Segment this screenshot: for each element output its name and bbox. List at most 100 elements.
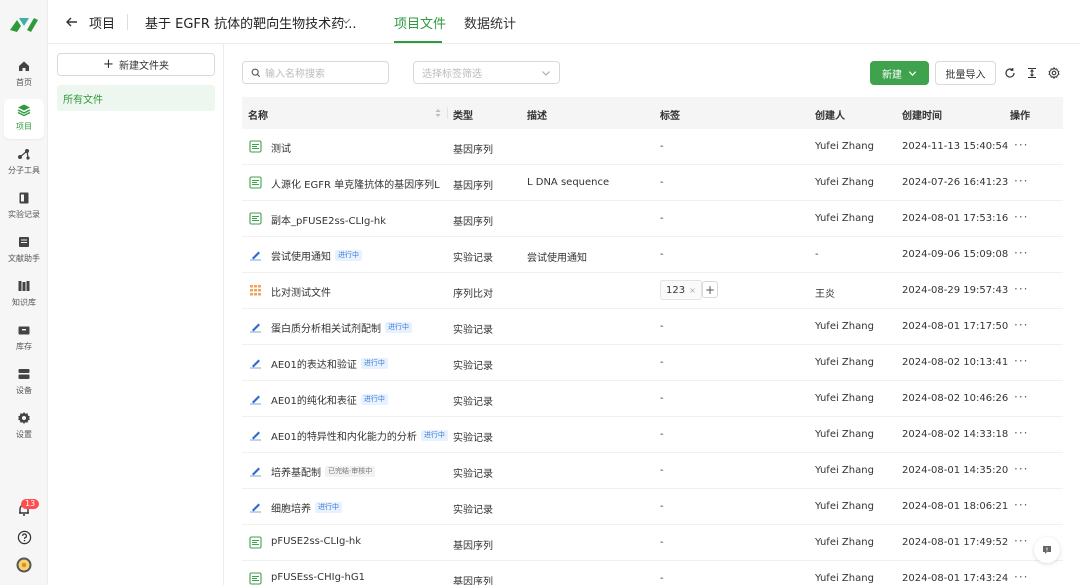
creator-cell: 王炎 bbox=[815, 289, 835, 300]
more-actions-icon[interactable]: ··· bbox=[1014, 282, 1028, 296]
chevron-down-icon[interactable] bbox=[340, 15, 352, 27]
table-row[interactable]: 人源化 EGFR 单克隆抗体的基因序列L 基因序列 L DNA sequence - Y… bbox=[242, 165, 1063, 201]
file-name-cell[interactable]: 测试 bbox=[271, 140, 291, 155]
close-icon[interactable]: × bbox=[689, 286, 696, 295]
breadcrumb-root[interactable]: 项目 bbox=[89, 13, 115, 32]
type-cell: 基因序列 bbox=[453, 577, 493, 585]
file-name-cell[interactable]: 蛋白质分析相关试剂配制 进行中 bbox=[271, 320, 412, 335]
tag-chip[interactable]: 123 × bbox=[660, 280, 702, 300]
more-actions-icon[interactable]: ··· bbox=[1014, 426, 1028, 440]
column-header-name[interactable]: 名称 bbox=[248, 107, 268, 122]
file-name: 比对测试文件 bbox=[271, 288, 331, 299]
more-actions-icon[interactable]: ··· bbox=[1014, 174, 1028, 188]
file-name-cell[interactable]: 人源化 EGFR 单克隆抗体的基因序列L bbox=[271, 176, 440, 191]
table-row[interactable]: 尝试使用通知 进行中 实验记录 尝试使用通知 - -2024-09-06 15:09:08… bbox=[242, 237, 1063, 273]
nav-item-layers[interactable]: 项目 bbox=[4, 99, 44, 139]
more-actions-icon[interactable]: ··· bbox=[1014, 534, 1028, 548]
table-row[interactable]: 比对测试文件 序列比对 123 × + 王炎 2024-08-29 19:57:43 ··· bbox=[242, 273, 1063, 309]
created-time-cell: 2024-08-29 19:57:43 bbox=[902, 285, 1009, 296]
help-icon[interactable] bbox=[17, 530, 32, 545]
book-icon bbox=[19, 237, 29, 247]
experiment-record-icon bbox=[250, 395, 261, 405]
table-row[interactable]: 培养基配制 已完结·审核中 实验记录 - Yufei Zhang 2024-08-01 1… bbox=[242, 453, 1063, 489]
table-row[interactable]: pFUSE2ss-CLIg-hk 基因序列 - Yufei Zhang 2024-08-… bbox=[242, 525, 1063, 561]
search-input[interactable]: 输入名称搜索 bbox=[242, 61, 389, 84]
creator-cell: Yufei Zhang bbox=[815, 429, 874, 440]
table-row[interactable]: AE01的特异性和内化能力的分析 进行中 实验记录 - Yufei Zhang 2024-… bbox=[242, 417, 1063, 453]
file-name-cell[interactable]: 尝试使用通知 进行中 bbox=[271, 248, 362, 263]
file-name-cell[interactable]: AE01的纯化和表征 进行中 bbox=[271, 392, 388, 407]
sort-icon[interactable] bbox=[434, 107, 442, 119]
file-name: AE01的纯化和表征 bbox=[271, 396, 357, 407]
more-actions-icon[interactable]: ··· bbox=[1014, 138, 1028, 152]
more-actions-icon[interactable]: ··· bbox=[1014, 210, 1028, 224]
table-row[interactable]: AE01的纯化和表征 进行中 实验记录 - Yufei Zhang 2024-08-02 … bbox=[242, 381, 1063, 417]
nav-item-label: 首页 bbox=[16, 78, 32, 87]
file-name-cell[interactable]: pFUSEss-CHIg-hG1 bbox=[271, 572, 365, 583]
nav-item-book[interactable]: 文献助手 bbox=[4, 231, 44, 271]
more-actions-icon[interactable]: ··· bbox=[1014, 390, 1028, 404]
file-name-cell[interactable]: 细胞培养 进行中 bbox=[271, 500, 342, 515]
file-name-cell[interactable]: AE01的表达和验证 进行中 bbox=[271, 356, 388, 371]
sequence-file-icon bbox=[249, 572, 262, 585]
chevron-down-icon bbox=[908, 70, 917, 76]
file-name-cell[interactable]: 培养基配制 已完结·审核中 bbox=[271, 464, 376, 479]
tab-project-files[interactable]: 项目文件 bbox=[394, 13, 446, 32]
tab-statistics[interactable]: 数据统计 bbox=[464, 13, 516, 32]
new-folder-button[interactable]: + 新建文件夹 bbox=[57, 53, 215, 76]
alignment-file-icon bbox=[250, 285, 261, 296]
table-row[interactable]: 副本_pFUSE2ss-CLIg-hk 基因序列 - Yufei Zhang 2024-… bbox=[242, 201, 1063, 237]
table-row[interactable]: 细胞培养 进行中 实验记录 - Yufei Zhang 2024-08-01 18:06:… bbox=[242, 489, 1063, 525]
nav-item-library[interactable]: 知识库 bbox=[4, 275, 44, 315]
gear-icon[interactable] bbox=[1048, 67, 1060, 79]
more-actions-icon[interactable]: ··· bbox=[1014, 462, 1028, 476]
tag-filter-select[interactable]: 选择标签筛选 bbox=[413, 61, 560, 84]
avatar[interactable] bbox=[16, 557, 32, 573]
file-name-cell[interactable]: 副本_pFUSE2ss-CLIg-hk bbox=[271, 212, 386, 227]
status-badge: 进行中 bbox=[420, 430, 448, 441]
more-actions-icon[interactable]: ··· bbox=[1014, 570, 1028, 584]
type-cell: 基因序列 bbox=[453, 181, 493, 192]
back-arrow-icon[interactable] bbox=[64, 14, 80, 30]
experiment-record-icon bbox=[250, 359, 261, 369]
refresh-icon[interactable] bbox=[1004, 67, 1016, 79]
created-time-cell: 2024-08-02 14:33:18 bbox=[902, 429, 1009, 440]
more-actions-icon[interactable]: ··· bbox=[1014, 498, 1028, 512]
nav-item-settings[interactable]: 设置 bbox=[4, 407, 44, 447]
creator-cell: Yufei Zhang bbox=[815, 321, 874, 332]
new-button-label: 新建 bbox=[882, 69, 902, 81]
nav-item-home[interactable]: 首页 bbox=[4, 55, 44, 95]
nav-item-molecule[interactable]: 分子工具 bbox=[4, 143, 44, 183]
file-name: 细胞培养 bbox=[271, 504, 311, 515]
tag-cell: - bbox=[660, 321, 664, 332]
nav-item-label: 文献助手 bbox=[8, 254, 40, 263]
new-button[interactable]: 新建 bbox=[870, 61, 929, 85]
created-time-cell: 2024-08-01 14:35:20 bbox=[902, 465, 1009, 476]
layers-icon bbox=[17, 104, 31, 117]
file-name: pFUSEss-CHIg-hG1 bbox=[271, 572, 365, 583]
type-cell: 序列比对 bbox=[453, 289, 493, 300]
table-row[interactable]: AE01的表达和验证 进行中 实验记录 - Yufei Zhang 2024-08-02 … bbox=[242, 345, 1063, 381]
folder-item-all-files[interactable]: 所有文件 bbox=[57, 85, 215, 111]
more-actions-icon[interactable]: ··· bbox=[1014, 318, 1028, 332]
nav-item-device[interactable]: 设备 bbox=[4, 363, 44, 403]
file-name-cell[interactable]: AE01的特异性和内化能力的分析 进行中 bbox=[271, 428, 448, 443]
file-name-cell[interactable]: pFUSE2ss-CLIg-hk bbox=[271, 536, 361, 547]
feedback-button[interactable] bbox=[1034, 537, 1060, 563]
new-folder-label: 新建文件夹 bbox=[118, 61, 169, 72]
more-actions-icon[interactable]: ··· bbox=[1014, 354, 1028, 368]
add-tag-button[interactable]: + bbox=[702, 281, 718, 298]
column-height-icon[interactable] bbox=[1026, 67, 1038, 79]
type-cell: 实验记录 bbox=[453, 505, 493, 516]
nav-item-inventory[interactable]: 库存 bbox=[4, 319, 44, 359]
file-name: 测试 bbox=[271, 144, 291, 155]
file-name-cell[interactable]: 比对测试文件 bbox=[271, 284, 331, 299]
project-title[interactable]: 基于 EGFR 抗体的靶向生物技术药... bbox=[145, 13, 356, 32]
table-row[interactable]: 测试 基因序列 - Yufei Zhang 2024-11-13 15:40:54 ··· bbox=[242, 129, 1063, 165]
nav-item-notebook[interactable]: 实验记录 bbox=[4, 187, 44, 227]
table-row[interactable]: 蛋白质分析相关试剂配制 进行中 实验记录 - Yufei Zhang 2024-08-01… bbox=[242, 309, 1063, 345]
more-actions-icon[interactable]: ··· bbox=[1014, 246, 1028, 260]
table-row[interactable]: pFUSEss-CHIg-hG1 基因序列 - Yufei Zhang 2024-08-… bbox=[242, 561, 1063, 585]
tag-label: 123 bbox=[666, 284, 686, 296]
batch-import-button[interactable]: 批量导入 bbox=[935, 61, 996, 85]
